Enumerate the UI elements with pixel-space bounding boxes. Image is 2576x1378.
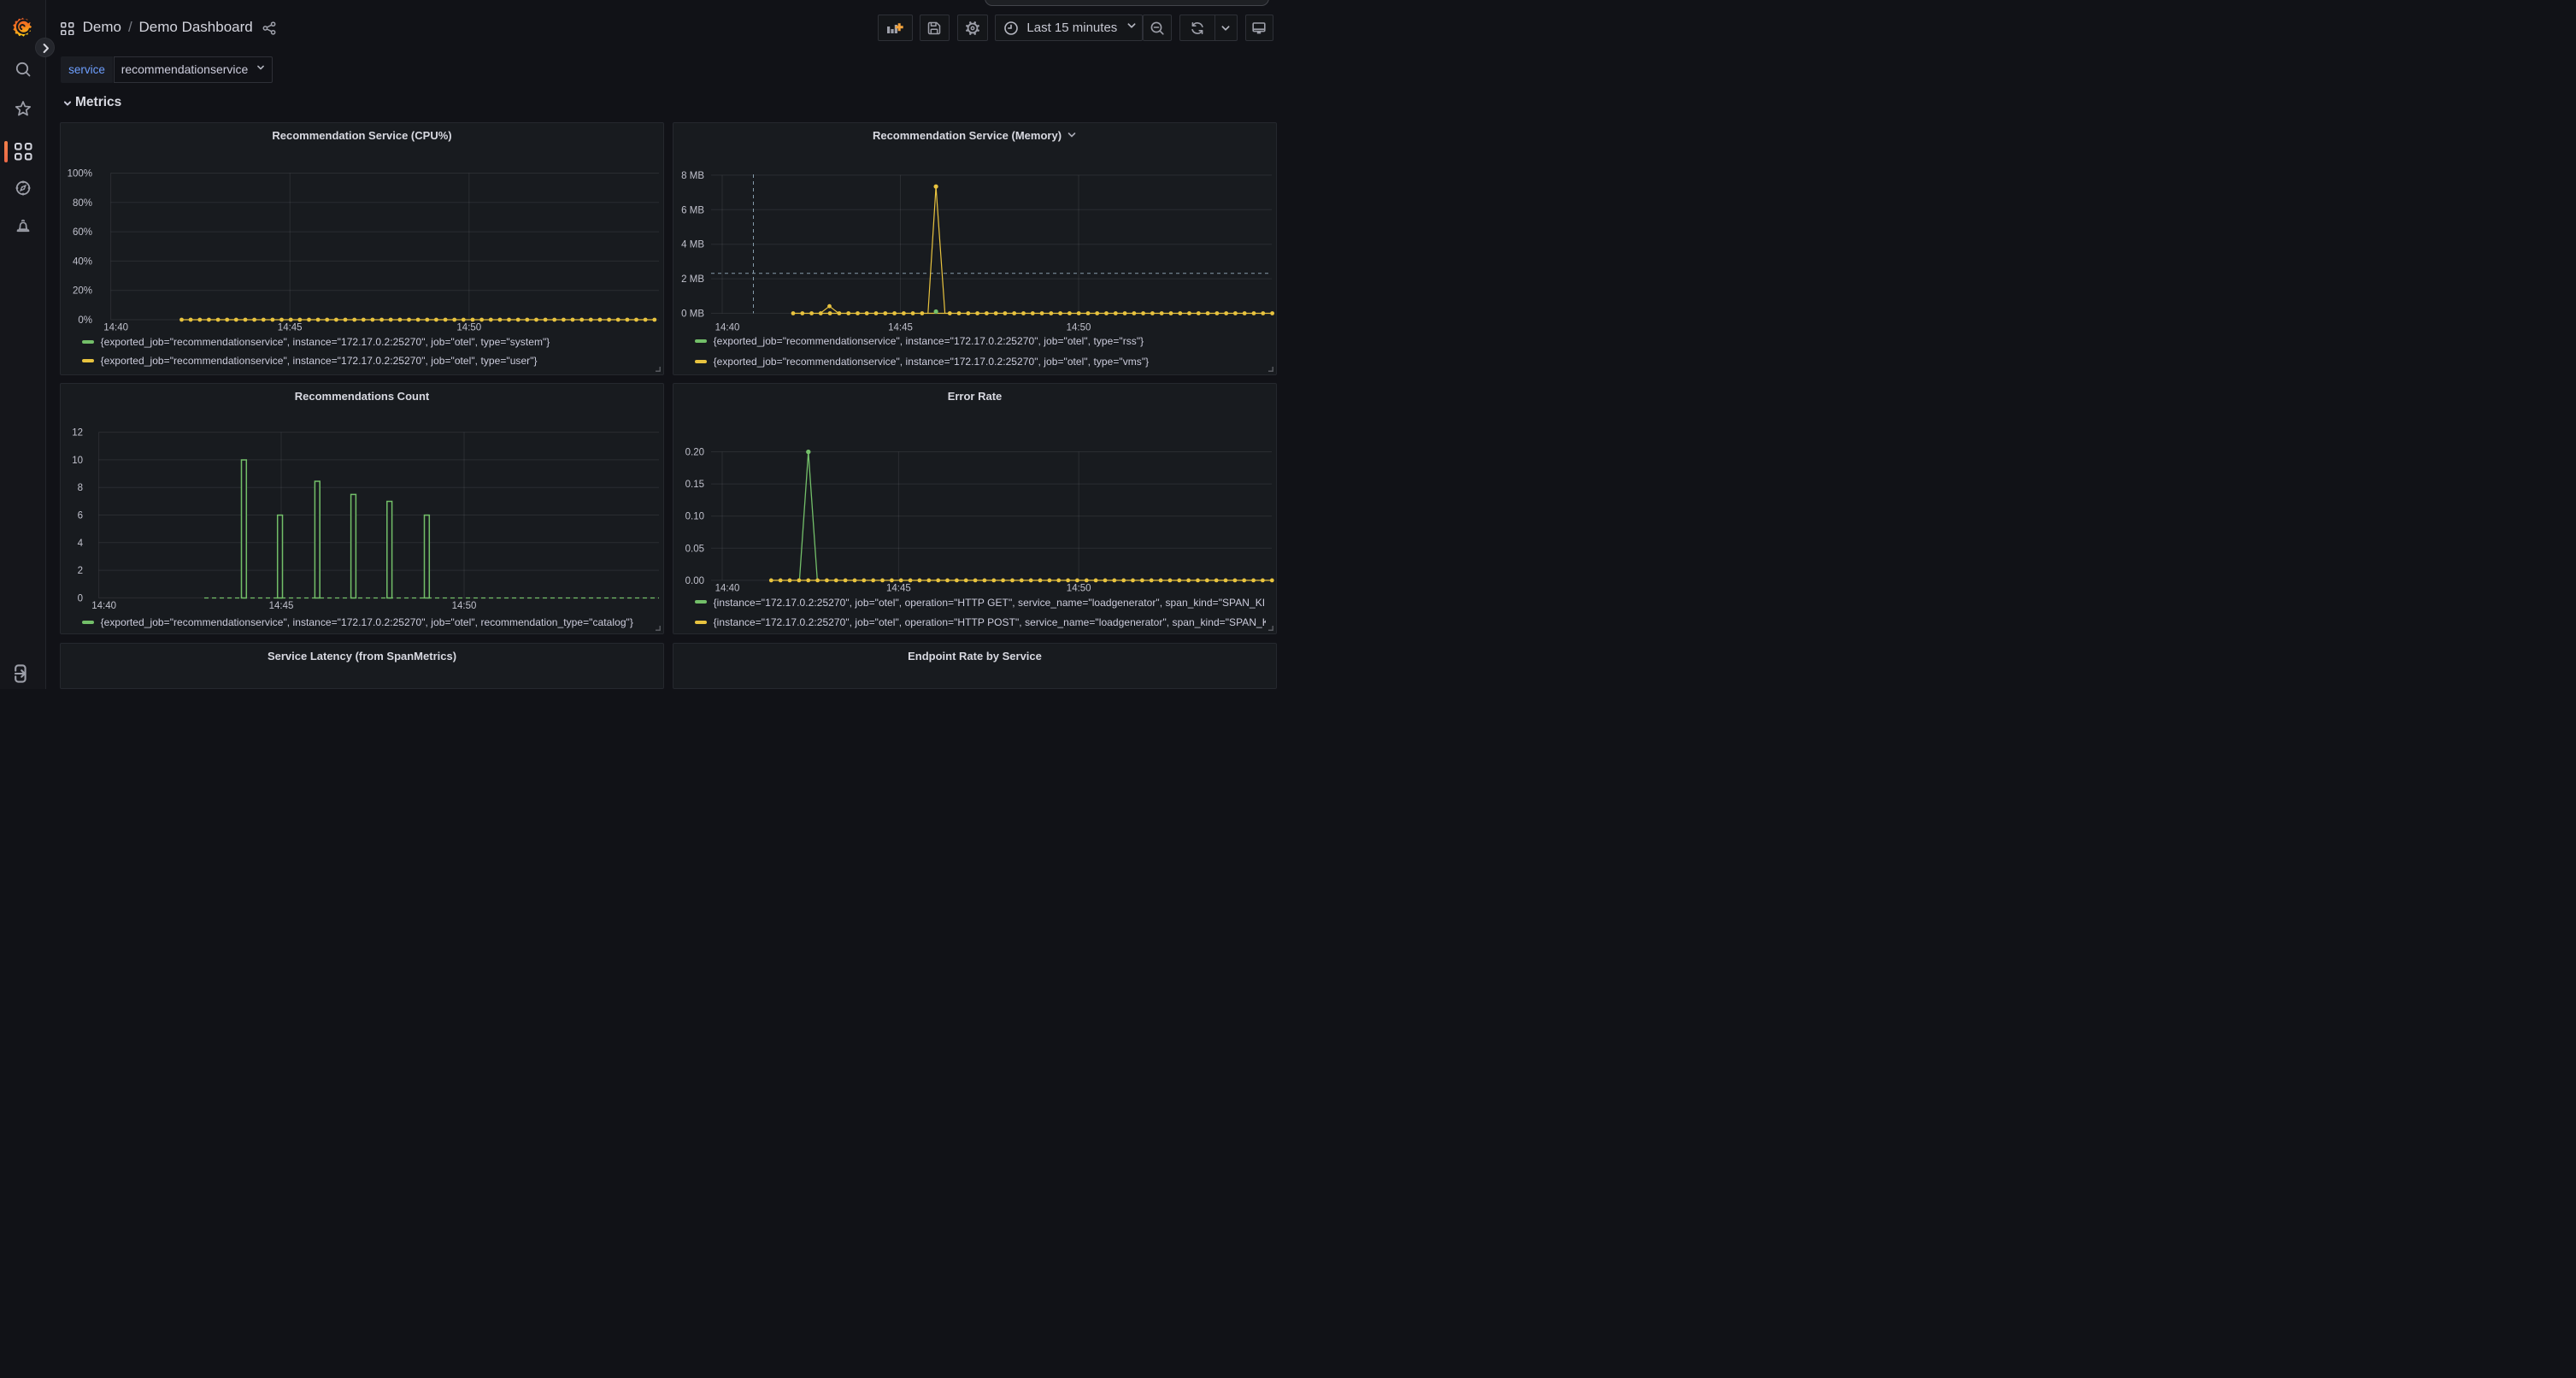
svg-text:14:45: 14:45 [278,322,303,333]
svg-text:2: 2 [78,566,83,576]
svg-text:14:45: 14:45 [269,601,294,611]
svg-text:0: 0 [78,593,83,604]
svg-text:0.05: 0.05 [685,544,704,554]
svg-text:14:50: 14:50 [1067,322,1091,333]
svg-text:12: 12 [72,428,83,439]
svg-text:14:40: 14:40 [103,322,128,333]
svg-text:4 MB: 4 MB [681,239,704,250]
svg-text:8: 8 [78,483,83,493]
svg-text:0 MB: 0 MB [681,309,704,319]
svg-text:14:50: 14:50 [452,601,477,611]
svg-text:60%: 60% [73,227,92,238]
svg-text:0.15: 0.15 [685,480,704,490]
svg-text:14:40: 14:40 [91,601,116,611]
svg-text:40%: 40% [73,256,92,267]
svg-text:100%: 100% [68,168,92,179]
svg-text:2 MB: 2 MB [681,274,704,285]
svg-text:14:50: 14:50 [456,322,481,333]
svg-text:20%: 20% [73,286,92,296]
svg-text:14:45: 14:45 [888,322,913,333]
svg-text:14:40: 14:40 [715,584,740,594]
svg-text:4: 4 [78,539,84,549]
svg-text:0.10: 0.10 [685,512,704,522]
svg-text:0.00: 0.00 [685,576,704,586]
svg-text:14:50: 14:50 [1067,584,1091,594]
svg-text:80%: 80% [73,197,92,208]
svg-text:0%: 0% [78,315,92,326]
svg-text:0.20: 0.20 [685,448,704,458]
svg-text:8 MB: 8 MB [681,170,704,180]
svg-text:6: 6 [78,511,83,521]
svg-text:14:40: 14:40 [715,322,740,333]
svg-text:14:45: 14:45 [886,584,911,594]
svg-text:10: 10 [72,456,83,466]
svg-text:6 MB: 6 MB [681,205,704,215]
